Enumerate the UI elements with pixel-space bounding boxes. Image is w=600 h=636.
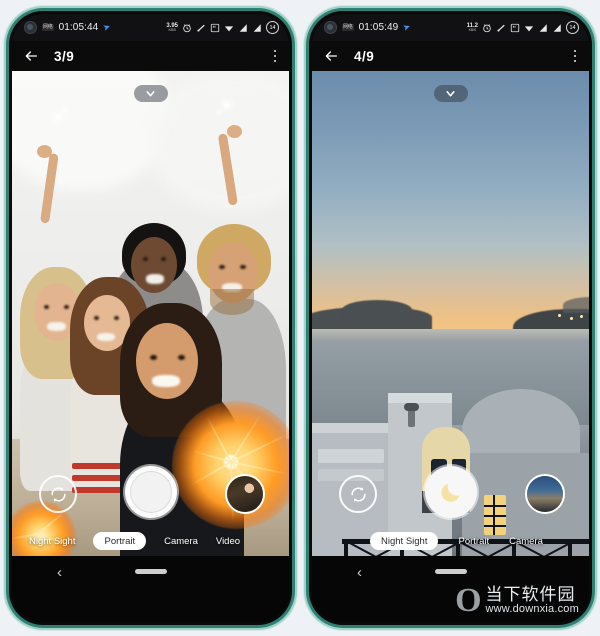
phone-right: 网络 01:05:49 ➤ 11.2 KB/S 14 4/9 Night Sig… <box>309 11 592 625</box>
status-bar-left: 网络 01:05:44 ➤ <box>24 21 166 34</box>
wifi-icon <box>524 25 534 31</box>
status-time: 01:05:49 <box>358 22 399 33</box>
status-time: 01:05:44 <box>58 22 99 33</box>
home-indicator[interactable] <box>434 569 467 574</box>
arrow-left-icon[interactable] <box>323 48 339 64</box>
camera-flip-icon[interactable] <box>39 475 77 513</box>
watermark-url: www.downxia.com <box>485 603 579 616</box>
photo-viewer[interactable]: Night Sight Portrait Camera Video <box>12 71 289 568</box>
battery-icon: 14 <box>566 21 579 34</box>
crescent-moon-icon[interactable] <box>424 466 477 518</box>
status-bar: 网络 01:05:49 ➤ 11.2 KB/S 14 <box>312 14 589 41</box>
camera-mode-video[interactable]: Video <box>216 532 240 550</box>
battery-level: 14 <box>269 24 276 31</box>
netrate-icon: 11.2 KB/S <box>467 23 478 33</box>
sdcard-icon <box>210 23 220 32</box>
chevron-down-icon[interactable] <box>433 85 468 102</box>
chevron-down-icon[interactable] <box>133 85 168 102</box>
last-photo-thumbnail[interactable] <box>525 474 565 514</box>
alarm-icon <box>183 23 191 32</box>
phone-right-screen: 网络 01:05:49 ➤ 11.2 KB/S 14 4/9 Night Sig… <box>312 14 589 622</box>
camera-mode-camera[interactable]: Camera <box>509 532 543 550</box>
location-icon: ➤ <box>401 21 413 34</box>
camera-hole-icon <box>24 21 37 34</box>
last-photo-thumbnail[interactable] <box>225 474 265 514</box>
signal-one-icon <box>539 23 547 32</box>
app-bar: 4/9 <box>312 41 589 71</box>
camera-controls: Night Sight Portrait Camera <box>312 463 589 568</box>
screenshot-stage: 网络 01:05:44 ➤ 3.95 KB/S 14 3/9 Night Sig… <box>0 0 600 636</box>
alarm-icon <box>483 23 491 32</box>
camera-mode-list: Night Sight Portrait Camera Video <box>12 531 289 551</box>
status-bar-right: 11.2 KB/S 14 <box>467 21 579 34</box>
netrate-unit: KB/S <box>168 27 176 32</box>
sdcard-icon <box>510 23 520 32</box>
shutter-inner <box>129 471 172 513</box>
thumbnail-image <box>527 476 563 512</box>
phone-left-screen: 网络 01:05:44 ➤ 3.95 KB/S 14 3/9 Night Sig… <box>12 14 289 622</box>
shutter-circle-icon[interactable] <box>124 466 177 518</box>
status-bar: 网络 01:05:44 ➤ 3.95 KB/S 14 <box>12 14 289 41</box>
page-title: 3/9 <box>54 48 75 64</box>
netrate-unit: KB/S <box>468 27 477 32</box>
signal-one-icon <box>239 23 247 32</box>
dnd-icon <box>197 24 205 32</box>
battery-icon: 14 <box>266 21 279 34</box>
dnd-icon <box>497 24 505 32</box>
signal-two-icon <box>553 23 561 32</box>
signal-two-icon <box>253 23 261 32</box>
home-indicator[interactable] <box>134 569 167 574</box>
location-icon: ➤ <box>101 21 113 34</box>
arrow-left-icon[interactable] <box>23 48 39 64</box>
wifi-icon <box>224 25 234 31</box>
watermark: O 当下软件园 www.downxia.com <box>455 582 579 619</box>
camera-hole-icon <box>324 21 337 34</box>
camera-flip-icon[interactable] <box>339 475 377 513</box>
camera-mode-camera[interactable]: Camera <box>164 532 198 550</box>
watermark-logo: O <box>455 582 482 619</box>
camera-mode-night-sight[interactable]: Night Sight <box>370 532 439 550</box>
battery-level: 14 <box>569 24 576 31</box>
phone-left: 网络 01:05:44 ➤ 3.95 KB/S 14 3/9 Night Sig… <box>9 11 292 625</box>
app-bar: 3/9 <box>12 41 289 71</box>
thumbnail-image <box>227 476 263 512</box>
camera-controls: Night Sight Portrait Camera Video <box>12 463 289 568</box>
watermark-site-name: 当下软件园 <box>485 585 576 605</box>
network-label: 网络 <box>342 24 354 31</box>
watermark-text: 当下软件园 www.downxia.com <box>486 586 579 615</box>
camera-mode-portrait[interactable]: Portrait <box>93 532 147 550</box>
kebab-menu-icon[interactable] <box>572 46 579 67</box>
status-bar-right: 3.95 KB/S 14 <box>166 21 279 34</box>
network-label: 网络 <box>42 24 54 31</box>
camera-mode-night-sight[interactable]: Night Sight <box>29 532 75 550</box>
kebab-menu-icon[interactable] <box>272 46 279 67</box>
page-title: 4/9 <box>354 48 375 64</box>
status-bar-left: 网络 01:05:49 ➤ <box>324 21 467 34</box>
camera-mode-list: Night Sight Portrait Camera <box>312 531 589 551</box>
netrate-icon: 3.95 KB/S <box>166 23 178 33</box>
photo-viewer[interactable]: Night Sight Portrait Camera <box>312 71 589 568</box>
camera-mode-portrait[interactable]: Portrait <box>458 532 489 550</box>
